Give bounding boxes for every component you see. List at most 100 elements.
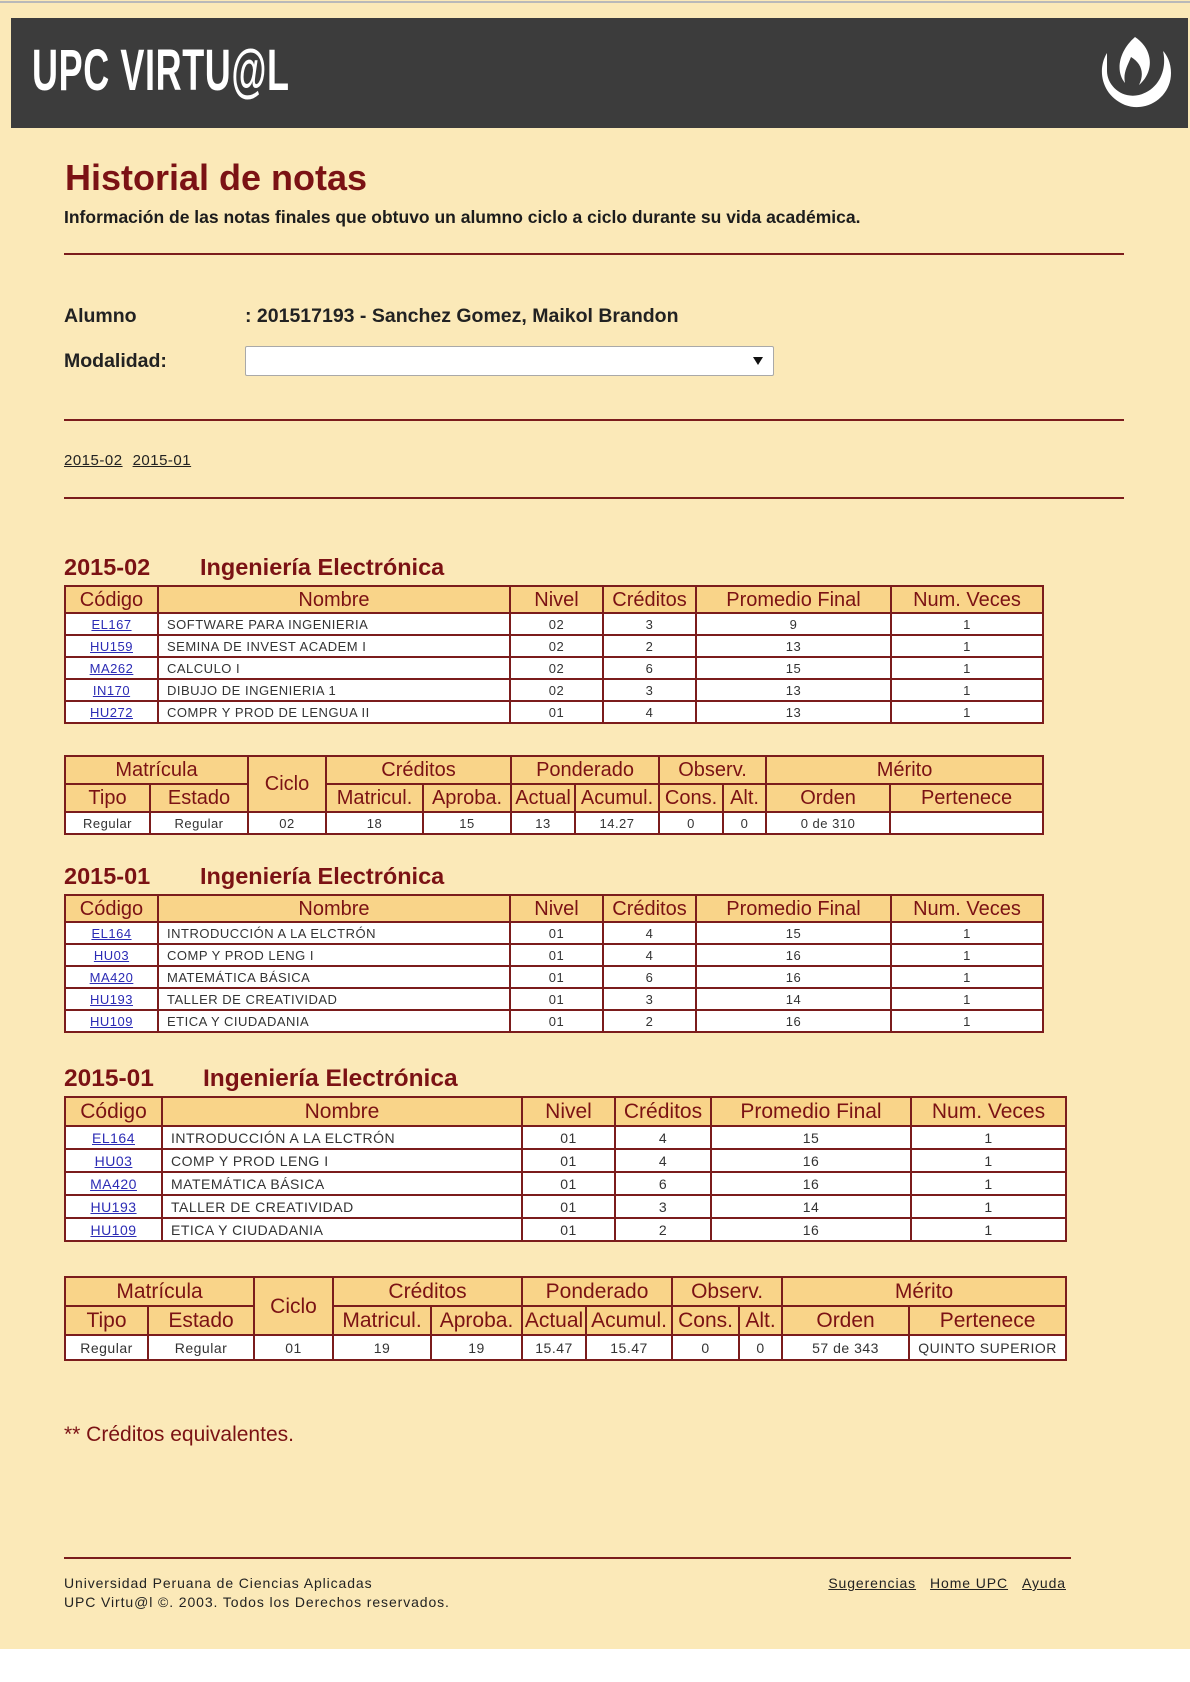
course-code-link[interactable]: IN170 — [93, 683, 130, 698]
course-credits: 3 — [602, 678, 697, 702]
course-credits: 6 — [614, 1171, 712, 1196]
course-code-link[interactable]: MA262 — [90, 661, 134, 676]
course-row: MA420 MATEMÁTICA BÁSICA 01 6 16 1 — [64, 965, 1044, 989]
period-link-2015-02[interactable]: 2015-02 — [64, 452, 123, 469]
course-code-link[interactable]: HU159 — [90, 639, 133, 654]
course-attempts: 1 — [890, 921, 1044, 945]
course-name: ETICA Y CIUDADANIA — [161, 1217, 523, 1242]
summary-tipo: Regular — [64, 1334, 149, 1361]
summary-group-observ: Observ. — [658, 755, 768, 785]
section-heading: 2015-01 Ingeniería Electrónica — [64, 1065, 1067, 1092]
course-code-link[interactable]: HU109 — [90, 1014, 133, 1029]
course-code-cell: EL164 — [64, 921, 159, 945]
summary-sub-header-row: Tipo Estado Matricul. Aproba. Actual Acumul. C… — [64, 783, 1045, 813]
column-header-promedio-final: Promedio Final — [710, 1096, 912, 1127]
summary-cons: 0 — [671, 1334, 741, 1361]
alumno-value: : 201517193 - Sanchez Gomez, Maikol Bran… — [245, 305, 679, 327]
course-name: SEMINA DE INVEST ACADEM I — [157, 634, 511, 658]
course-final-grade: 16 — [710, 1171, 912, 1196]
summary-header-acumul: Acumul. — [574, 783, 661, 813]
course-code-cell: HU272 — [64, 700, 159, 724]
course-code-link[interactable]: HU193 — [90, 1199, 136, 1215]
summary-actual: 13 — [510, 811, 577, 835]
summary-orden: 0 de 310 — [765, 811, 892, 835]
equivalent-credits-note: ** Créditos equivalentes. — [64, 1423, 294, 1446]
course-code-cell: HU03 — [64, 1148, 163, 1173]
course-name: MATEMÁTICA BÁSICA — [157, 965, 511, 989]
course-level: 01 — [509, 1009, 604, 1033]
course-row: HU193 TALLER DE CREATIVIDAD 01 3 14 1 — [64, 1194, 1067, 1219]
course-name: MATEMÁTICA BÁSICA — [161, 1171, 523, 1196]
course-code-link[interactable]: HU109 — [90, 1222, 136, 1238]
semester-section: 2015-02 Ingeniería Electrónica Código Nombr… — [64, 554, 1045, 835]
modalidad-select[interactable] — [245, 346, 774, 376]
column-header-nombre: Nombre — [161, 1096, 523, 1127]
course-credits: 4 — [614, 1148, 712, 1173]
course-credits: 6 — [602, 965, 697, 989]
summary-header-actual: Actual — [510, 783, 577, 813]
course-row: MA420 MATEMÁTICA BÁSICA 01 6 16 1 — [64, 1171, 1067, 1196]
course-code-link[interactable]: EL164 — [91, 926, 131, 941]
summary-header-acumul: Acumul. — [585, 1305, 674, 1336]
courses-header-row: Código Nombre Nivel Créditos Promedio Final N… — [64, 894, 1044, 923]
course-row: HU109 ETICA Y CIUDADANIA 01 2 16 1 — [64, 1217, 1067, 1242]
course-level: 02 — [509, 678, 604, 702]
course-level: 01 — [521, 1148, 616, 1173]
course-final-grade: 16 — [710, 1217, 912, 1242]
course-final-grade: 14 — [695, 987, 892, 1011]
summary-aproba: 19 — [430, 1334, 524, 1361]
course-final-grade: 13 — [695, 634, 892, 658]
course-level: 01 — [521, 1171, 616, 1196]
section-career: Ingeniería Electrónica — [200, 863, 445, 889]
course-attempts: 1 — [890, 965, 1044, 989]
course-attempts: 1 — [910, 1125, 1067, 1150]
footer-link-ayuda[interactable]: Ayuda — [1022, 1575, 1066, 1591]
course-attempts: 1 — [890, 943, 1044, 967]
semester-section: 2015-01 Ingeniería Electrónica Código Nombr… — [64, 863, 1044, 1033]
course-level: 02 — [509, 612, 604, 636]
course-code-link[interactable]: HU272 — [90, 705, 133, 720]
summary-group-matricula: Matrícula — [64, 755, 249, 785]
page-bottom-margin — [0, 1649, 1190, 1682]
summary-orden: 57 de 343 — [781, 1334, 911, 1361]
summary-group-merito: Mérito — [765, 755, 1045, 785]
course-code-link[interactable]: MA420 — [90, 970, 134, 985]
summary-alt: 0 — [738, 1334, 784, 1361]
footer-link-home-upc[interactable]: Home UPC — [930, 1575, 1008, 1591]
course-final-grade: 16 — [710, 1148, 912, 1173]
course-code-link[interactable]: MA420 — [90, 1176, 137, 1192]
course-credits: 2 — [614, 1217, 712, 1242]
summary-pertenece: QUINTO SUPERIOR — [908, 1334, 1068, 1361]
summary-estado: Regular — [149, 811, 249, 835]
period-link-2015-01[interactable]: 2015-01 — [133, 452, 192, 469]
course-attempts: 1 — [890, 1009, 1044, 1033]
column-header-codigo: Código — [64, 894, 159, 923]
course-code-link[interactable]: EL167 — [91, 617, 131, 632]
course-code-link[interactable]: HU03 — [95, 1153, 133, 1169]
course-name: CALCULO I — [157, 656, 511, 680]
column-header-codigo: Código — [64, 1096, 163, 1127]
course-credits: 2 — [602, 634, 697, 658]
course-code-link[interactable]: HU193 — [90, 992, 133, 1007]
summary-matricul: 19 — [332, 1334, 433, 1361]
course-final-grade: 16 — [695, 965, 892, 989]
course-credits: 4 — [614, 1125, 712, 1150]
summary-ciclo: 02 — [247, 811, 327, 835]
column-header-nombre: Nombre — [157, 585, 511, 614]
site-logo-text[interactable]: UPC VIRTU@L — [32, 42, 290, 100]
course-final-grade: 15 — [710, 1125, 912, 1150]
summary-header-pertenece: Pertenece — [908, 1305, 1068, 1336]
course-final-grade: 16 — [695, 943, 892, 967]
summary-pertenece — [889, 811, 1045, 835]
course-name: COMPR Y PROD DE LENGUA II — [157, 700, 511, 724]
course-code-link[interactable]: EL164 — [92, 1130, 135, 1146]
upc-logo-icon[interactable] — [1095, 33, 1175, 111]
course-code-link[interactable]: HU03 — [94, 948, 129, 963]
summary-header-cons: Cons. — [658, 783, 725, 813]
course-credits: 2 — [602, 1009, 697, 1033]
section-heading: 2015-01 Ingeniería Electrónica — [64, 863, 1044, 889]
course-row: EL167 SOFTWARE PARA INGENIERIA 02 3 9 1 — [64, 612, 1044, 636]
footer-link-sugerencias[interactable]: Sugerencias — [828, 1575, 916, 1591]
column-header-num-veces: Num. Veces — [910, 1096, 1067, 1127]
modalidad-label: Modalidad: — [64, 350, 167, 372]
